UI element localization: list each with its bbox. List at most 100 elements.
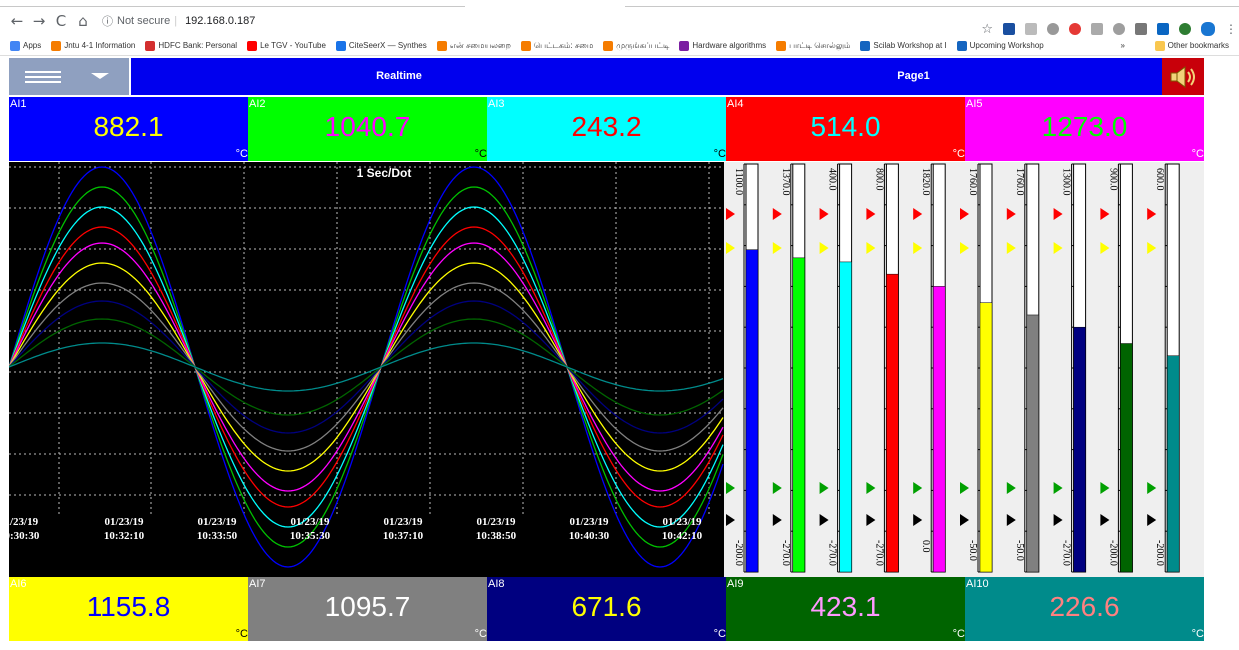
other-bookmarks[interactable]: Other bookmarks bbox=[1154, 40, 1229, 51]
bar-max-label: 600.0 bbox=[1154, 168, 1165, 191]
opera-icon[interactable] bbox=[1069, 23, 1081, 35]
channel-label: AI8 bbox=[488, 578, 505, 590]
bookmark-label: பெட்டகம்: சமை bbox=[533, 40, 594, 50]
channel-value: 243.2 bbox=[571, 111, 642, 142]
unit-label: °C bbox=[235, 148, 248, 160]
bar-max-label: 800.0 bbox=[873, 168, 884, 191]
info-icon[interactable]: ⓘ bbox=[102, 13, 113, 29]
bookmark-label: பாட்டி சொல்லும் bbox=[789, 40, 851, 50]
bookmark-icon bbox=[335, 40, 346, 51]
channel-label: AI5 bbox=[966, 98, 983, 110]
extension-icon[interactable] bbox=[1135, 23, 1147, 35]
bar-min-label: -200.0 bbox=[1154, 540, 1165, 566]
bookmark-icon bbox=[603, 40, 614, 51]
channel-box-ai7[interactable]: AI7 1095.7 °C bbox=[248, 577, 487, 641]
rate-label: 1 Sec/Dot bbox=[357, 166, 412, 180]
bar-fill bbox=[792, 257, 806, 573]
bookmark-label: Apps bbox=[23, 41, 42, 50]
extension-icon[interactable] bbox=[1091, 23, 1103, 35]
home-button[interactable]: ⌂ bbox=[72, 12, 94, 30]
time-axis-date: 01/23/19 bbox=[569, 516, 609, 528]
apps-icon bbox=[10, 40, 20, 51]
channel-value: 1273.0 bbox=[1041, 111, 1128, 142]
channel-box-ai1[interactable]: AI1 882.1 °C bbox=[9, 97, 248, 161]
channel-box-ai10[interactable]: AI10 226.6 °C bbox=[965, 577, 1204, 641]
bookmark-item[interactable]: Scilab Workshop at I bbox=[860, 40, 947, 51]
channel-value: 423.1 bbox=[810, 591, 881, 622]
bar-min-label: -270.0 bbox=[873, 540, 884, 566]
channel-box-ai9[interactable]: AI9 423.1 °C bbox=[726, 577, 965, 641]
page-title[interactable]: Page1 bbox=[665, 58, 1162, 95]
channel-box-ai6[interactable]: AI6 1155.8 °C bbox=[9, 577, 248, 641]
channel-label: AI9 bbox=[727, 578, 744, 590]
bookmark-item[interactable]: Upcoming Workshop bbox=[956, 40, 1044, 51]
reload-button[interactable]: C bbox=[50, 12, 72, 30]
bookmark-item[interactable]: HDFC Bank: Personal bbox=[145, 40, 237, 51]
menu-button[interactable] bbox=[9, 58, 131, 95]
extension-icon[interactable] bbox=[1179, 23, 1191, 35]
bookmark-item[interactable]: Apps bbox=[10, 40, 42, 51]
bookmark-item[interactable]: பெட்டகம்: சமை bbox=[520, 40, 594, 51]
bookmark-item[interactable]: பாட்டி சொல்லும் bbox=[776, 40, 851, 51]
bookmark-item[interactable]: Le TGV - YouTube bbox=[247, 40, 326, 51]
channel-box-ai2[interactable]: AI2 1040.7 °C bbox=[248, 97, 487, 161]
trend-chart[interactable]: 1 Sec/Dot 01/23/19 10:30:30 01/23/19 10:32:1… bbox=[0, 162, 724, 577]
channel-label: AI7 bbox=[249, 578, 266, 590]
profile-avatar[interactable] bbox=[1201, 22, 1215, 36]
unit-label: °C bbox=[474, 148, 487, 160]
bargraph-panel: 1100.0 -200.0 1370.0 -270.0 400.0 -270.0 800.0… bbox=[724, 162, 1204, 577]
bookmark-item[interactable]: என் சமையலறை bbox=[436, 40, 511, 51]
bookmark-label: CiteSeerX — Synthes bbox=[348, 41, 427, 50]
menu-icon[interactable]: ⋮ bbox=[1225, 23, 1237, 35]
time-axis-time: 10:40:30 bbox=[569, 530, 610, 542]
time-axis-date: 01/23/19 bbox=[476, 516, 516, 528]
bookmark-item[interactable]: Jntu 4-1 Information bbox=[51, 40, 135, 51]
unit-label: °C bbox=[235, 628, 248, 640]
bar-max-label: 1820.0 bbox=[920, 168, 931, 196]
extension-icon[interactable] bbox=[1003, 23, 1015, 35]
bar-max-label: 1370.0 bbox=[780, 168, 791, 196]
unit-label: °C bbox=[713, 148, 726, 160]
extension-icon[interactable] bbox=[1025, 23, 1037, 35]
channel-box-ai4[interactable]: AI4 514.0 °C bbox=[726, 97, 965, 161]
bookmark-icon bbox=[520, 40, 531, 51]
back-button[interactable]: ← bbox=[6, 12, 28, 30]
star-icon[interactable]: ☆ bbox=[981, 22, 993, 37]
bargraphs: 1100.0 -200.0 1370.0 -270.0 400.0 -270.0 800.0… bbox=[724, 162, 1204, 577]
bookmark-item[interactable]: Hardware algorithms bbox=[679, 40, 766, 51]
bar-max-label: 1760.0 bbox=[967, 168, 978, 196]
other-bookmarks-label: Other bookmarks bbox=[1167, 41, 1229, 50]
bookmark-item[interactable]: CiteSeerX — Synthes bbox=[335, 40, 427, 51]
bar-min-label: -50.0 bbox=[967, 540, 978, 561]
channel-label: AI2 bbox=[249, 98, 266, 110]
channel-label: AI4 bbox=[727, 98, 744, 110]
bookmark-icon bbox=[776, 40, 787, 51]
time-axis-time: 10:33:50 bbox=[197, 530, 238, 542]
top-bar: Realtime Page1 bbox=[9, 58, 1204, 95]
channel-value: 226.6 bbox=[1049, 591, 1120, 622]
forward-button[interactable]: → bbox=[28, 12, 50, 30]
bookmark-item[interactable]: முருங்கப்பட்டி bbox=[603, 40, 669, 51]
unit-label: °C bbox=[1191, 628, 1204, 640]
alarm-speaker-button[interactable] bbox=[1162, 58, 1204, 95]
linkedin-icon[interactable] bbox=[1157, 23, 1169, 35]
unit-label: °C bbox=[713, 628, 726, 640]
channel-value: 671.6 bbox=[571, 591, 642, 622]
channel-box-ai5[interactable]: AI5 1273.0 °C bbox=[965, 97, 1204, 161]
extension-icon[interactable] bbox=[1047, 23, 1059, 35]
more-bookmarks-button[interactable]: » bbox=[1121, 41, 1125, 50]
address-bar[interactable]: ⓘ Not secure | 192.168.0.187 bbox=[102, 13, 255, 29]
extension-icon[interactable] bbox=[1113, 23, 1125, 35]
url-text[interactable]: 192.168.0.187 bbox=[185, 15, 255, 27]
realtime-title[interactable]: Realtime bbox=[133, 58, 665, 95]
time-axis-date: 01/23/19 bbox=[290, 516, 330, 528]
bookmark-icon bbox=[247, 40, 258, 51]
bar-max-label: 900.0 bbox=[1107, 168, 1118, 191]
bar-min-label: 0.0 bbox=[920, 540, 931, 553]
channel-box-ai8[interactable]: AI8 671.6 °C bbox=[487, 577, 726, 641]
bar-min-label: -270.0 bbox=[1061, 540, 1072, 566]
channel-box-ai3[interactable]: AI3 243.2 °C bbox=[487, 97, 726, 161]
time-axis-time: 10:30:30 bbox=[9, 530, 40, 542]
trend-plot: 1 Sec/Dot 01/23/19 10:30:30 01/23/19 10:32:1… bbox=[0, 162, 724, 568]
channel-label: AI6 bbox=[10, 578, 27, 590]
